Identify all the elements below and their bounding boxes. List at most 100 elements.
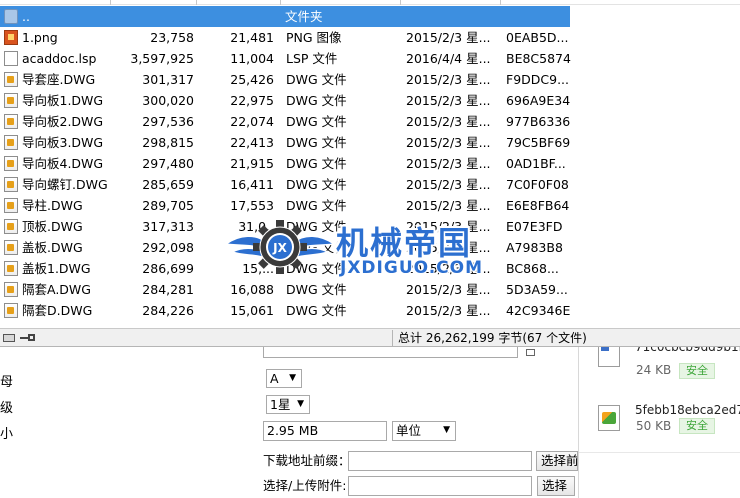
safe-badge: 安全	[679, 418, 715, 434]
file-type: DWG 文件	[286, 72, 347, 87]
column-divider[interactable]	[196, 0, 197, 5]
file-crc: E6E8FB64	[506, 198, 570, 213]
drive-icon[interactable]	[3, 334, 15, 342]
emblem-text: JX	[272, 241, 287, 255]
dropdown-arrow-icon: ▼	[443, 425, 450, 435]
dwg-file-icon	[4, 303, 18, 318]
png-icon	[4, 30, 18, 45]
file-size: 289,705	[142, 198, 194, 213]
file-row[interactable]: 导柱.DWG 289,705 17,553 DWG 文件 2015/2/3 星... E6…	[0, 195, 740, 216]
dwg-file-icon	[4, 177, 18, 192]
unit-select-value: 单位	[396, 423, 422, 438]
file-modified: 2016/4/4 星...	[406, 51, 491, 66]
form-label-row3: 小	[0, 427, 14, 442]
dwg-file-icon	[4, 72, 18, 87]
file-size: 284,226	[142, 303, 194, 318]
column-divider[interactable]	[110, 0, 111, 5]
file-crc: 79C5BF69	[506, 135, 571, 150]
dropdown-arrow-icon: ▼	[289, 373, 296, 383]
file-size: 285,659	[142, 177, 194, 192]
file-size: 298,815	[142, 135, 194, 150]
gear-wings-emblem-icon: JX	[224, 220, 336, 274]
file-type: DWG 文件	[286, 156, 347, 171]
column-divider[interactable]	[280, 0, 281, 5]
file-packed-size: 22,413	[230, 135, 274, 150]
download-size: 50 KB	[636, 419, 672, 433]
dwg-file-icon	[4, 198, 18, 213]
file-row[interactable]: 导向板1.DWG 300,020 22,975 DWG 文件 2015/2/3 星...…	[0, 90, 740, 111]
status-bar: 总计 26,262,199 字节(67 个文件)	[0, 328, 740, 347]
status-divider	[392, 330, 393, 346]
upload-attachment-input[interactable]	[348, 476, 532, 496]
file-type: DWG 文件	[286, 114, 347, 129]
upload-form: 母 A ▼ 级 1星 ▼ 小 2.95 MB 单位 ▼ 下载地址前缀： 选择前 …	[0, 347, 578, 498]
grade-select-value: A	[270, 371, 279, 386]
safe-badge: 安全	[679, 363, 715, 379]
file-packed-size: 21,915	[230, 156, 274, 171]
file-row[interactable]: 导套座.DWG 301,317 25,426 DWG 文件 2015/2/3 星... F…	[0, 69, 740, 90]
file-type: DWG 文件	[286, 93, 347, 108]
file-size: 286,699	[142, 261, 194, 276]
file-size: 3,597,925	[130, 51, 194, 66]
file-row[interactable]: 导向板3.DWG 298,815 22,413 DWG 文件 2015/2/3 星...…	[0, 132, 740, 153]
top-input-field[interactable]	[263, 347, 518, 358]
file-packed-size: 17,553	[230, 198, 274, 213]
document-file-icon	[598, 347, 620, 367]
level-select[interactable]: 1星 ▼	[266, 395, 310, 414]
file-modified: 2015/2/3 星...	[406, 303, 491, 318]
file-packed-size: 15,061	[230, 303, 274, 318]
file-type: DWG 文件	[286, 303, 347, 318]
file-modified: 2015/2/3 星...	[406, 93, 491, 108]
file-crc: 7C0F0F08	[506, 177, 569, 192]
file-modified: 2015/2/3 星...	[406, 177, 491, 192]
select-attachment-button[interactable]: 选择	[537, 476, 575, 496]
unit-select[interactable]: 单位 ▼	[392, 421, 456, 441]
file-name: ..	[22, 9, 30, 24]
jxdiguo-watermark-logo: JX 机械帝国 JXDIGUO.COM	[222, 214, 522, 280]
dwg-file-icon	[4, 93, 18, 108]
file-size: 284,281	[142, 282, 194, 297]
file-type: DWG 文件	[286, 177, 347, 192]
file-size: 297,536	[142, 114, 194, 129]
grade-select[interactable]: A ▼	[266, 369, 302, 388]
file-row[interactable]: 导向板2.DWG 297,536 22,074 DWG 文件 2015/2/3 星...…	[0, 111, 740, 132]
column-divider[interactable]	[500, 0, 501, 5]
file-row[interactable]: acaddoc.lsp 3,597,925 11,004 LSP 文件 2016/4/4…	[0, 48, 740, 69]
file-size: 300,020	[142, 93, 194, 108]
file-crc: 0AD1BF...	[506, 156, 566, 171]
file-packed-size: 22,074	[230, 114, 274, 129]
form-label-row1: 母	[0, 375, 14, 390]
download-prefix-input[interactable]	[348, 451, 532, 471]
file-packed-size: 22,975	[230, 93, 274, 108]
calendar-icon[interactable]	[526, 349, 535, 356]
file-row[interactable]: 导向板4.DWG 297,480 21,915 DWG 文件 2015/2/3 星...…	[0, 153, 740, 174]
download-separator	[579, 452, 740, 453]
file-row[interactable]: 隔套D.DWG 284,226 15,061 DWG 文件 2015/2/3 星... 4…	[0, 300, 740, 321]
upload-attachment-label: 选择/上传附件:	[263, 478, 347, 493]
file-row[interactable]: 1.png 23,758 21,481 PNG 图像 2015/2/3 星... 0EAB…	[0, 27, 740, 48]
file-packed-size: 25,426	[230, 72, 274, 87]
file-packed-size: 16,088	[230, 282, 274, 297]
file-size: 317,313	[142, 219, 194, 234]
file-modified: 2015/2/3 星...	[406, 282, 491, 297]
key-icon[interactable]	[20, 333, 36, 343]
file-size-input[interactable]: 2.95 MB	[263, 421, 387, 441]
download-name: 71c0cbcb9dd9b1b	[635, 347, 740, 354]
download-panel: 71c0cbcb9dd9b1b 24 KB 安全 5febb18ebca2ed7…	[578, 347, 740, 498]
select-prefix-button[interactable]: 选择前	[536, 451, 578, 471]
file-row[interactable]: 导向螺钉.DWG 285,659 16,411 DWG 文件 2015/2/3 星...…	[0, 174, 740, 195]
column-divider[interactable]	[400, 0, 401, 5]
file-packed-size: 21,481	[230, 30, 274, 45]
file-crc: 696A9E34	[506, 93, 571, 108]
file-size: 301,317	[142, 72, 194, 87]
file-modified: 2015/2/3 星...	[406, 156, 491, 171]
file-crc: 0EAB5D...	[506, 30, 569, 45]
file-type: DWG 文件	[286, 135, 347, 150]
file-crc: BE8C5874	[506, 51, 571, 66]
file-row[interactable]: 隔套A.DWG 284,281 16,088 DWG 文件 2015/2/3 星... 5…	[0, 279, 740, 300]
file-type: PNG 图像	[286, 30, 342, 45]
file-size: 297,480	[142, 156, 194, 171]
level-select-value: 1星	[270, 397, 291, 412]
parent-folder-row[interactable]: .. 文件夹	[0, 6, 570, 27]
dwg-file-icon	[4, 114, 18, 129]
